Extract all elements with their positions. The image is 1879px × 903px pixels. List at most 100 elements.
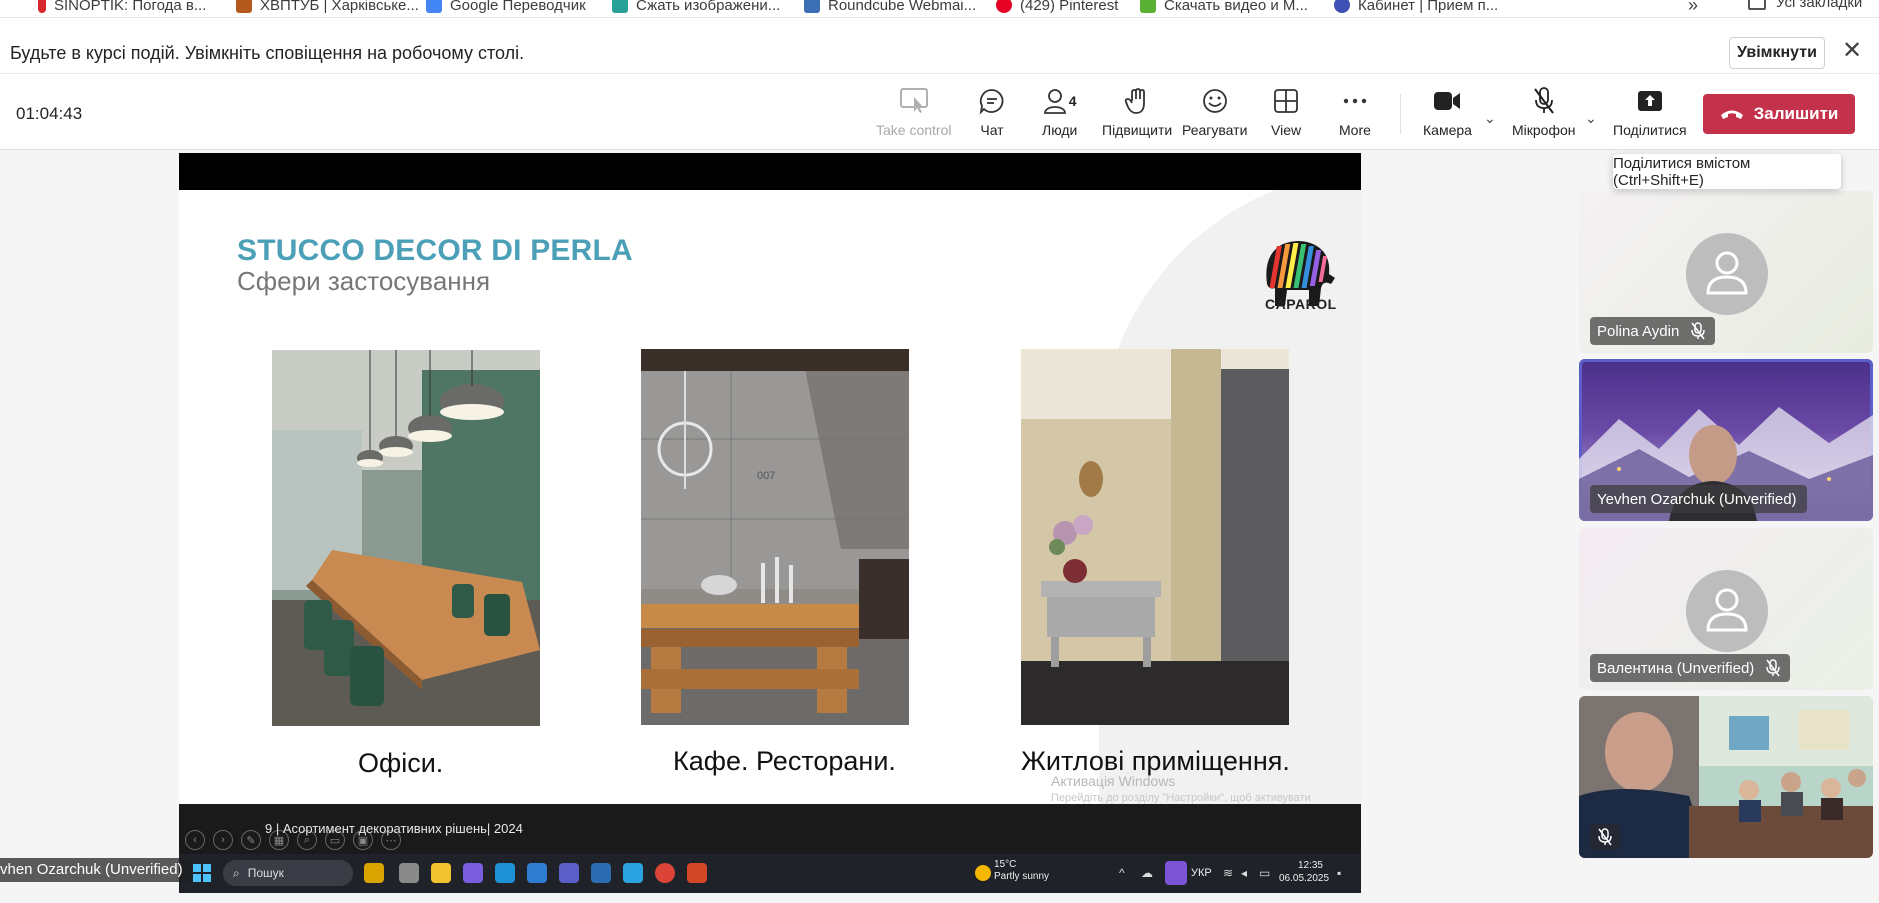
leave-button[interactable]: Залишити [1703, 94, 1855, 134]
caption-cafes: Кафе. Ресторани. [673, 746, 896, 776]
take-control-button[interactable]: Take control [876, 86, 951, 138]
close-icon[interactable]: ✕ [1838, 37, 1866, 65]
emoji-icon [1202, 89, 1227, 113]
logo-text: CAPAROL [1265, 296, 1337, 312]
person-icon [1706, 251, 1748, 295]
search-icon: ⌕ [233, 865, 240, 880]
participant-tile-classroom[interactable] [1579, 696, 1873, 858]
grid-view-icon [1274, 89, 1298, 113]
next-slide-icon[interactable]: › [213, 830, 233, 850]
slide-subtitle: Сфери застосування [237, 266, 491, 296]
chat-button[interactable]: Чат [978, 86, 1006, 138]
powerpoint-icon[interactable] [687, 863, 707, 883]
bookmark-favicon [804, 0, 820, 13]
taskbar-search[interactable]: ⌕ Пошук [223, 860, 353, 886]
mic-options-chevron-down-icon[interactable]: ⌄ [1585, 110, 1597, 127]
caption-offices: Офіси. [358, 748, 444, 778]
wifi-icon[interactable]: ≋ [1223, 866, 1233, 880]
share-tooltip: Поділитися вмістом (Ctrl+Shift+E) [1613, 154, 1841, 189]
bookmark-hvptub[interactable]: ХВПТУБ | Харківське... [236, 0, 419, 16]
participant-tile-polina[interactable]: Polina Aydin [1579, 191, 1873, 353]
pen-icon[interactable]: ✎ [241, 830, 261, 850]
bookmark-google-translate[interactable]: Google Переводчик [426, 0, 586, 16]
participant-name-tag: Polina Aydin [1590, 317, 1716, 345]
volume-icon[interactable]: ◂ [1241, 866, 1247, 880]
avatar [1686, 233, 1768, 315]
copilot-icon[interactable] [463, 863, 483, 883]
outlook-icon[interactable] [591, 863, 611, 883]
tray-chevron-icon[interactable]: ^ [1119, 866, 1125, 880]
camera-icon [1434, 92, 1461, 110]
bookmarks-overflow-button[interactable]: » [1688, 0, 1698, 16]
taskbar-weather[interactable]: 15°C Partly sunny [994, 859, 1049, 883]
folder-icon [1748, 0, 1766, 10]
previous-slide-icon[interactable]: ‹ [185, 830, 205, 850]
battery-icon[interactable]: ▭ [1259, 866, 1270, 880]
taskview-icon[interactable] [399, 863, 419, 883]
bookmark-favicon [1140, 0, 1156, 13]
bookmark-roundcube[interactable]: Roundcube Webmai... [804, 0, 976, 16]
participant-name-tag: Yevhen Ozarchuk (Unverified) [1590, 485, 1807, 513]
store-icon[interactable] [527, 863, 547, 883]
chrome-icon[interactable] [655, 863, 675, 883]
notification-bell-icon[interactable]: ▪ [1337, 866, 1341, 880]
bookmark-sinoptik[interactable]: SINOPTIK: Погода в... [38, 0, 206, 16]
cafe-photo: 007 [641, 349, 909, 725]
share-icon [1637, 91, 1662, 111]
windows-activation-text: Перейдіть до розділу "Настройки", щоб ак… [1051, 792, 1311, 804]
react-button[interactable]: Реагувати [1182, 86, 1247, 138]
bookmark-cabinet[interactable]: Кабинет | Прием п... [1334, 0, 1498, 16]
mic-off-icon [1766, 659, 1781, 677]
raise-hand-button[interactable]: Підвищити [1102, 86, 1172, 138]
bookmarks-bar: SINOPTIK: Погода в... ХВПТУБ | Харківськ… [0, 0, 1879, 18]
windows-activation-title: Активація Windows [1051, 773, 1176, 789]
bookmark-compress-image[interactable]: Сжать изображени... [612, 0, 780, 16]
notification-text: Будьте в курсі подій. Увімкніть сповіщен… [10, 43, 525, 63]
phone-hangup-icon [1720, 110, 1743, 119]
onedrive-icon[interactable]: ☁ [1141, 866, 1153, 880]
file-explorer-icon[interactable] [431, 863, 451, 883]
enable-notifications-button[interactable]: Увімкнути [1729, 37, 1825, 69]
meeting-toolbar: 01:04:43 Take control Чат 4 Люди Підвищи… [0, 73, 1879, 150]
office-photo [272, 350, 540, 726]
all-bookmarks-button[interactable]: Усі закладки [1748, 0, 1862, 11]
more-button[interactable]: More [1339, 86, 1371, 138]
hand-icon [1124, 88, 1145, 114]
people-count: 4 [1068, 93, 1077, 109]
shared-screen-topbar [179, 153, 1361, 190]
edge-icon[interactable] [495, 863, 515, 883]
mic-off-icon [1533, 87, 1554, 114]
people-button[interactable]: 4 Люди [1042, 86, 1077, 138]
bookmark-favicon [38, 0, 46, 13]
participant-tile-yevhen[interactable]: Yevhen Ozarchuk (Unverified) [1579, 359, 1873, 521]
more-icon [1343, 98, 1367, 104]
language-indicator[interactable]: УКР [1191, 867, 1212, 879]
shared-screen: STUCCO DECOR DI PERLA Сфери застосування… [179, 153, 1361, 893]
mic-off-icon [1691, 322, 1706, 340]
bookmark-favicon [1334, 0, 1350, 13]
microphone-button[interactable]: Мікрофон [1512, 86, 1576, 138]
weather-icon [975, 865, 991, 881]
bookmark-pinterest[interactable]: (429) Pinterest [996, 0, 1118, 16]
teams-icon[interactable] [559, 863, 579, 883]
bookmark-favicon [996, 0, 1012, 13]
toolbar-divider [1400, 94, 1401, 134]
presentation-slide: STUCCO DECOR DI PERLA Сфери застосування… [179, 190, 1361, 804]
camera-options-chevron-down-icon[interactable]: ⌄ [1484, 110, 1496, 127]
telegram-icon[interactable] [623, 863, 643, 883]
slide-title: STUCCO DECOR DI PERLA [237, 234, 633, 267]
taskbar-clock[interactable]: 12:35 06.05.2025 [1279, 859, 1329, 885]
microphone-tray-icon[interactable] [1165, 861, 1187, 885]
avatar [1686, 570, 1768, 652]
participant-tile-valentyna[interactable]: Валентина (Unverified) [1579, 528, 1873, 690]
notification-banner: Будьте в курсі подій. Увімкніть сповіщен… [0, 31, 1879, 73]
view-button[interactable]: View [1271, 86, 1301, 138]
share-button[interactable]: Поділитися [1613, 86, 1687, 138]
taskbar-app-icon[interactable] [364, 863, 384, 883]
bookmark-favicon [612, 0, 628, 13]
bookmark-video-download[interactable]: Скачать видео и М... [1140, 0, 1308, 16]
participant-mute-badge [1590, 824, 1620, 850]
windows-start-icon[interactable] [193, 864, 211, 882]
camera-button[interactable]: Камера [1423, 86, 1472, 138]
person-icon [1706, 588, 1748, 632]
